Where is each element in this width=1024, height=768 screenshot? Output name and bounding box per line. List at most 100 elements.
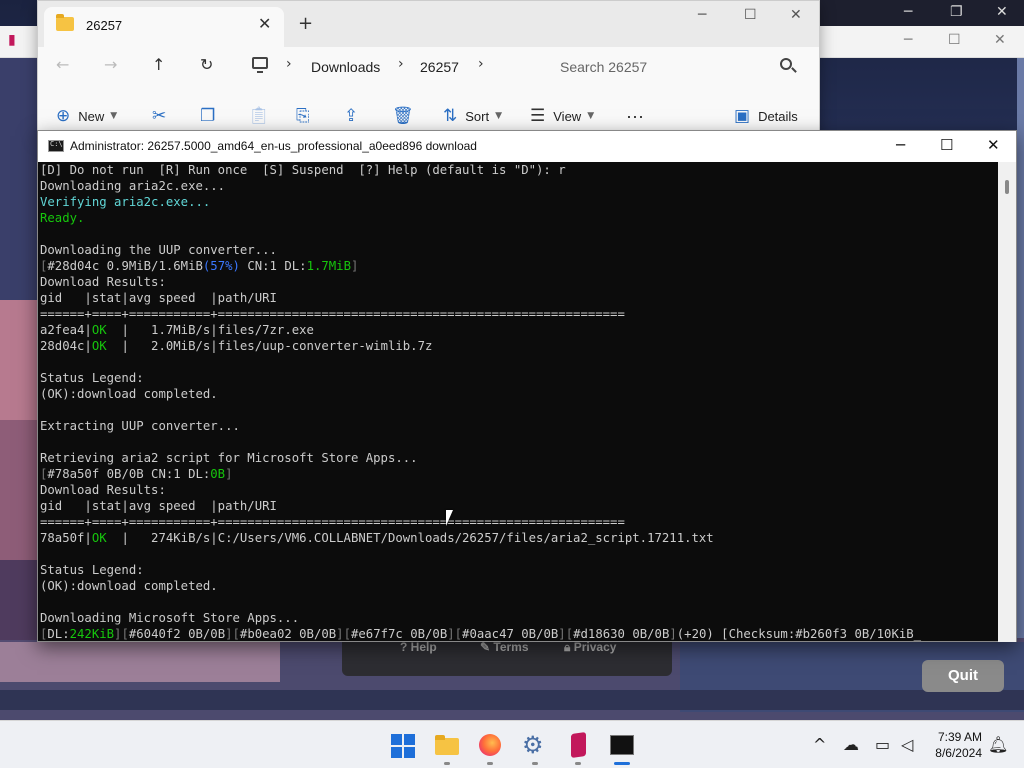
console-line: [DL:242KiB][#6040f2 0B/0B][#b0ea02 0B/0B…	[40, 627, 922, 641]
pixel-art-block	[0, 300, 38, 420]
folder-tab-shape	[435, 735, 445, 740]
chevron-down-icon: ▼	[587, 111, 595, 121]
console-output[interactable]: [D] Do not run [R] Run once [S] Suspend …	[38, 162, 1000, 642]
taskbar: ⚙ ^ ☁ ▭ ◁ 7:39 AM 8/6/2024 🔔︎	[0, 720, 1024, 768]
more-options-button[interactable]: ···	[626, 105, 644, 127]
chevron-right-icon[interactable]: ›	[286, 56, 292, 72]
chevron-down-icon: ▼	[495, 111, 503, 121]
search-input[interactable]: Search 26257	[548, 51, 804, 81]
view-button[interactable]: ☰ View ▼	[530, 105, 594, 127]
terms-link[interactable]: ✎ Terms	[480, 640, 529, 654]
minimize-icon[interactable]: ─	[698, 7, 706, 23]
chevron-right-icon[interactable]: ›	[478, 56, 484, 72]
start-button[interactable]	[389, 730, 419, 760]
new-button[interactable]: ⊕ New ▼	[56, 105, 117, 127]
console-line: gid |stat|avg speed |path/URI	[40, 291, 277, 305]
explorer-tab[interactable]: 26257 ✕	[44, 7, 284, 47]
console-line: Retrieving aria2 script for Microsoft St…	[40, 451, 418, 465]
forward-arrow-icon[interactable]: →	[104, 55, 117, 74]
console-line: ======+====+===========+================…	[40, 307, 625, 321]
app-icon	[571, 731, 586, 759]
paste-icon[interactable]: 📋︎	[248, 106, 270, 126]
restore-icon[interactable]: ❐	[950, 4, 963, 20]
firefox-icon	[479, 734, 501, 756]
delete-icon[interactable]: 🗑︎	[392, 106, 414, 126]
windows-logo-pane	[391, 747, 402, 758]
close-icon[interactable]: ✕	[790, 7, 802, 23]
explorer-tab-bar: 26257 ✕ + ─ ☐ ✕	[38, 1, 819, 47]
copy-icon[interactable]: ❐	[200, 106, 215, 126]
minimize-icon[interactable]: ─	[904, 32, 912, 48]
running-indicator	[487, 762, 493, 765]
maximize-icon[interactable]: ☐	[940, 136, 953, 154]
console-line: Download Results:	[40, 483, 166, 497]
console-line: 28d04c|OK | 2.0MiB/s|files/uup-converter…	[40, 339, 433, 353]
clock-date: 8/6/2024	[935, 746, 982, 760]
onedrive-offline-icon[interactable]: ☁	[843, 735, 859, 754]
maximize-icon[interactable]: ☐	[948, 32, 961, 48]
minimize-icon[interactable]: ─	[904, 4, 912, 20]
refresh-icon[interactable]: ↻	[200, 55, 213, 74]
console-line: (OK):download completed.	[40, 387, 218, 401]
share-icon[interactable]: ⇪	[344, 106, 358, 126]
running-indicator	[444, 762, 450, 765]
network-icon[interactable]: ▭	[875, 735, 890, 754]
close-icon[interactable]: ✕	[987, 136, 1000, 154]
console-line: Downloading Microsoft Store Apps...	[40, 611, 300, 625]
breadcrumb-26257[interactable]: 26257	[420, 59, 459, 75]
up-arrow-icon[interactable]: ↑	[152, 55, 165, 74]
address-bar[interactable]: › Downloads › 26257 ›	[244, 51, 538, 81]
close-tab-icon[interactable]: ✕	[258, 14, 271, 33]
folder-icon	[56, 14, 74, 31]
background-window-topbar: ─ ❐ ✕	[820, 0, 1024, 26]
maximize-icon[interactable]: ☐	[744, 7, 757, 23]
rename-icon[interactable]: ⎘	[296, 106, 310, 126]
scrollbar-thumb[interactable]	[1005, 180, 1009, 194]
windows-logo-pane	[404, 734, 415, 745]
chevron-right-icon[interactable]: ›	[398, 56, 404, 72]
cut-icon[interactable]: ✂	[152, 106, 166, 126]
back-arrow-icon[interactable]: ←	[56, 55, 69, 74]
privacy-link[interactable]: 🔒︎ Privacy	[564, 640, 616, 655]
close-icon[interactable]: ✕	[994, 32, 1006, 48]
close-icon[interactable]: ✕	[996, 4, 1008, 20]
windows-logo-pane	[404, 747, 415, 758]
search-placeholder: Search 26257	[560, 59, 648, 75]
console-line: [D] Do not run [R] Run once [S] Suspend …	[40, 163, 566, 177]
console-line: [#78a50f 0B/0B CN:1 DL:0B]	[40, 467, 233, 481]
plus-circle-icon: ⊕	[56, 106, 71, 126]
console-icon	[48, 140, 64, 152]
console-scrollbar[interactable]	[998, 162, 1016, 642]
sort-icon: ⇅	[443, 106, 458, 126]
notification-bell-icon[interactable]: 🔔︎	[988, 735, 1008, 754]
minimize-icon[interactable]: ─	[896, 136, 905, 154]
chevron-up-icon[interactable]: ^	[813, 735, 826, 754]
terminal-taskbar-icon[interactable]	[607, 730, 637, 760]
help-link[interactable]: ? Help	[400, 640, 437, 654]
console-line: 78a50f|OK | 274KiB/s|C:/Users/VM6.COLLAB…	[40, 531, 714, 545]
firefox-taskbar-icon[interactable]	[475, 730, 505, 760]
console-line: Extracting UUP converter...	[40, 419, 240, 433]
file-explorer-taskbar-icon[interactable]	[432, 730, 462, 760]
windows-logo-pane	[391, 734, 402, 745]
running-indicator	[575, 762, 581, 765]
view-label: View	[553, 108, 582, 124]
gear-icon: ⚙	[522, 731, 544, 759]
tab-title: 26257	[86, 18, 123, 33]
volume-icon[interactable]: ◁	[901, 735, 913, 754]
system-clock[interactable]: 7:39 AM 8/6/2024	[924, 729, 982, 761]
details-button[interactable]: ▣ Details	[734, 105, 798, 127]
app-taskbar-icon[interactable]	[563, 730, 593, 760]
sort-button[interactable]: ⇅ Sort ▼	[443, 105, 502, 127]
console-title: Administrator: 26257.5000_amd64_en-us_pr…	[70, 139, 477, 153]
breadcrumb-downloads[interactable]: Downloads	[311, 59, 380, 75]
settings-taskbar-icon[interactable]: ⚙	[520, 730, 550, 760]
console-line: Downloading the UUP converter...	[40, 243, 277, 257]
new-tab-button[interactable]: +	[298, 13, 313, 34]
quit-button[interactable]: Quit	[922, 660, 1004, 692]
explorer-navigation-bar: ← → ↑ ↻ › Downloads › 26257 › Search 262…	[38, 47, 819, 85]
